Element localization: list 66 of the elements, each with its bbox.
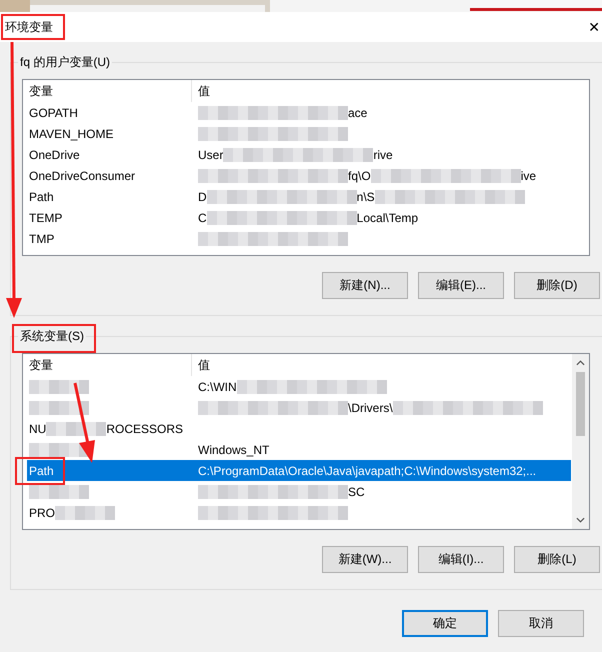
dialog-button[interactable]: 编辑(E)...: [418, 272, 504, 299]
list-row[interactable]: Path D n\S: [27, 186, 571, 207]
variable-value: rive: [373, 148, 393, 162]
scroll-up-icon[interactable]: [576, 360, 585, 366]
column-header[interactable]: 值: [192, 354, 210, 376]
variable-value: ace: [348, 106, 368, 120]
list-row[interactable]: \Drivers\: [27, 397, 571, 418]
list-row[interactable]: Windows_NT: [27, 439, 571, 460]
blurred-text: [55, 506, 116, 520]
blurred-text: [29, 400, 89, 414]
blurred-text: [29, 484, 89, 498]
dialog-button[interactable]: 新建(W)...: [322, 546, 408, 573]
variable-name: OneDriveConsumer: [29, 168, 136, 182]
variable-name: TMP: [29, 232, 54, 246]
annotation-box: [1, 14, 65, 40]
dialog-button[interactable]: 编辑(I)...: [418, 546, 504, 573]
list-row[interactable]: PRO: [27, 502, 571, 523]
variable-value: C: [198, 210, 207, 224]
variable-name: ROCESSORS: [106, 422, 184, 436]
variable-value: n\S: [356, 190, 375, 204]
list-row[interactable]: MAVEN_HOME: [27, 123, 571, 144]
annotation-box: [15, 457, 65, 485]
column-header[interactable]: 值: [192, 80, 210, 102]
group-label: fq 的用户变量(U): [18, 54, 112, 71]
list-row[interactable]: SC: [27, 481, 571, 502]
dialog-button[interactable]: 删除(L): [514, 546, 600, 573]
variable-name: OneDrive: [29, 148, 80, 162]
column-header[interactable]: 变量: [23, 354, 192, 376]
dialog-button[interactable]: 删除(D): [514, 272, 600, 299]
variable-value: fq\O: [348, 168, 371, 182]
window-title: 环境变量: [5, 18, 53, 36]
list-row[interactable]: GOPATH ace: [27, 102, 571, 123]
variable-value: User: [198, 148, 224, 162]
dialog-button[interactable]: 取消: [498, 610, 584, 637]
dialog-button[interactable]: 确定: [402, 610, 488, 637]
blurred-text: [29, 380, 89, 394]
column-header[interactable]: 变量: [23, 80, 192, 102]
variable-name: Path: [29, 190, 54, 204]
dialog-button[interactable]: 新建(N)...: [322, 272, 408, 299]
variable-value: C:\ProgramData\Oracle\Java\javapath;C:\Windows\system32;...: [198, 464, 536, 478]
scroll-down-icon[interactable]: [576, 517, 585, 523]
blurred-text: [46, 422, 106, 436]
variable-value: Local\Temp: [356, 210, 418, 224]
variable-name: TEMP: [29, 210, 62, 224]
group-label: 系统变量(S): [18, 328, 86, 345]
variable-value: Windows_NT: [198, 442, 270, 456]
variable-name: MAVEN_HOME: [29, 126, 114, 140]
variable-value: SC: [348, 484, 365, 498]
list-row[interactable]: TMP: [27, 228, 571, 249]
list-row[interactable]: TEMP C Local\Temp: [27, 207, 571, 228]
variable-name: GOPATH: [29, 106, 78, 120]
close-button[interactable]: ✕: [582, 18, 602, 36]
variable-name: NU: [29, 422, 46, 436]
list-row[interactable]: NU ROCESSORS: [27, 418, 571, 439]
list-row[interactable]: Path C:\ProgramData\Oracle\Java\javapath;C:\Windows\system32;...: [27, 460, 571, 481]
variable-value: D: [198, 190, 207, 204]
list-row[interactable]: C:\WIN: [27, 376, 571, 397]
scrollbar[interactable]: [572, 354, 589, 529]
variable-value: \Drivers\: [348, 400, 393, 414]
variable-value: ive: [520, 168, 536, 182]
list-row[interactable]: OneDrive User rive: [27, 144, 571, 165]
list-row[interactable]: OneDriveConsumer fq\O ive: [27, 165, 571, 186]
variable-name: PRO: [29, 506, 56, 520]
scroll-thumb[interactable]: [576, 372, 585, 436]
variable-value: C:\WIN: [198, 380, 237, 394]
variable-name: Path: [29, 464, 54, 478]
